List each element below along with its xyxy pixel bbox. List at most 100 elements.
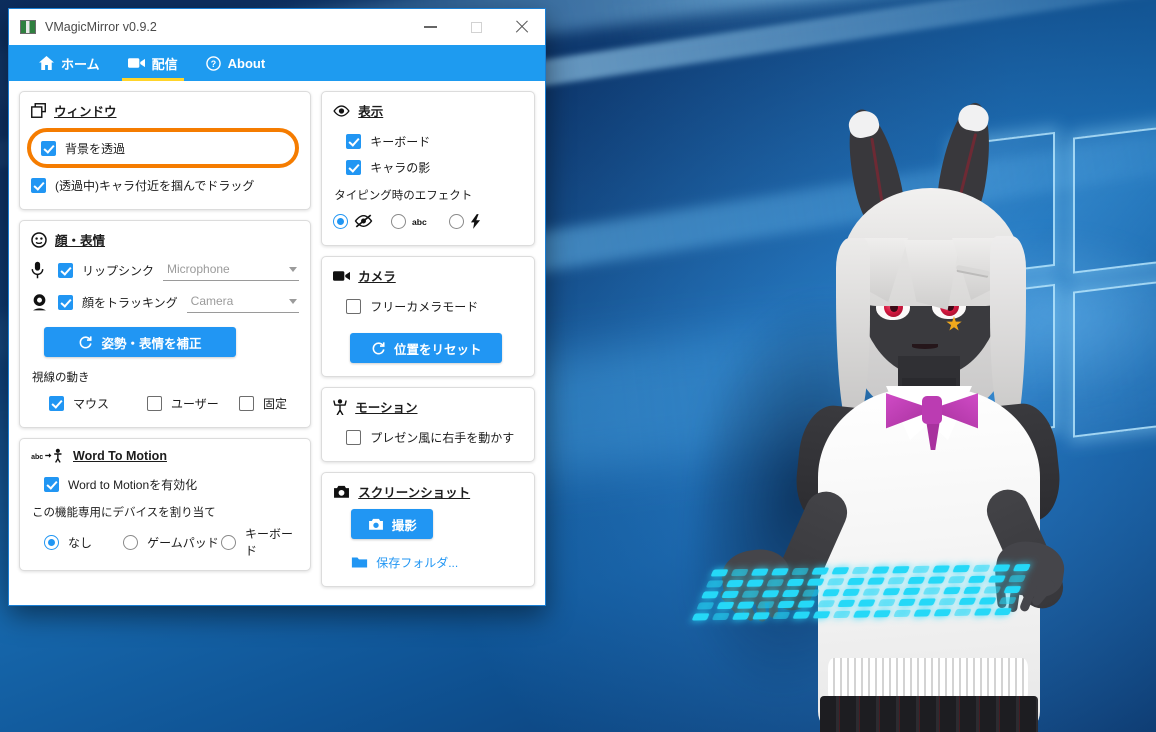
avatar-skirt bbox=[820, 696, 1038, 732]
close-button[interactable] bbox=[499, 10, 545, 44]
word-to-motion-header: abc Word To Motion bbox=[31, 448, 299, 463]
screenshot-section-header: スクリーンショット bbox=[333, 482, 523, 501]
radio-icon[interactable] bbox=[333, 213, 349, 229]
windows-stack-icon bbox=[31, 103, 46, 118]
motion-settings-card: モーション プレゼン風に右手を動かす bbox=[321, 387, 535, 462]
navigation-tabs: ホーム 配信 ? About bbox=[9, 45, 545, 81]
tab-home[interactable]: ホーム bbox=[25, 45, 114, 81]
camera-section-header: カメラ bbox=[333, 266, 523, 285]
right-column: 表示 キーボード キャラの影 タイピング時のエフェクト abc カメラ フリーカ… bbox=[321, 91, 535, 597]
display-settings-card: 表示 キーボード キャラの影 タイピング時のエフェクト abc bbox=[321, 91, 535, 246]
microphone-select[interactable]: Microphone bbox=[163, 259, 300, 281]
display-section-header: 表示 bbox=[333, 101, 523, 120]
device-radio-group: なし ゲームパッド キーボード bbox=[44, 525, 299, 559]
screenshot-section-title: スクリーンショット bbox=[358, 486, 471, 500]
camera-settings-card: カメラ フリーカメラモード 位置をリセット bbox=[321, 256, 535, 377]
reset-camera-position-button[interactable]: 位置をリセット bbox=[350, 333, 503, 363]
checkbox-label: 背景を透過 bbox=[65, 141, 126, 156]
gaze-option-mouse[interactable]: マウス bbox=[49, 390, 147, 416]
open-screenshot-folder-link[interactable]: 保存フォルダ... bbox=[351, 549, 523, 575]
lipsync-row: リップシンク Microphone bbox=[31, 257, 300, 283]
avatar-mouth bbox=[912, 344, 938, 349]
radio-typing-effect-text[interactable]: abc bbox=[391, 208, 449, 234]
capture-button-label: 撮影 bbox=[391, 518, 417, 533]
left-column: ウィンドウ 背景を透過 (透過中)キャラ付近を掴んでドラッグ 顔・表情 リップシ… bbox=[19, 91, 312, 597]
tab-haishin-label: 配信 bbox=[151, 56, 178, 72]
checkbox-free-camera-mode[interactable]: フリーカメラモード bbox=[346, 293, 523, 319]
camera-select[interactable]: Camera bbox=[186, 291, 300, 313]
typing-effect-radio-group: abc bbox=[333, 208, 523, 234]
facetracking-row: 顔をトラッキング Camera bbox=[31, 289, 300, 315]
radio-device-gamepad[interactable]: ゲームパッド bbox=[123, 529, 221, 555]
radio-device-keyboard[interactable]: キーボード bbox=[220, 525, 299, 559]
abc-to-person-icon: abc bbox=[31, 448, 65, 463]
chevron-down-icon bbox=[289, 298, 298, 304]
video-camera-icon bbox=[333, 270, 351, 282]
checkbox-icon[interactable] bbox=[346, 133, 362, 149]
minimize-icon bbox=[423, 26, 437, 28]
lightning-bolt-icon bbox=[470, 213, 481, 229]
capture-screenshot-button[interactable]: 撮影 bbox=[351, 509, 434, 539]
radio-typing-effect-lightning[interactable] bbox=[449, 208, 481, 234]
radio-icon[interactable] bbox=[449, 213, 465, 229]
facetracking-label: 顔をトラッキング bbox=[82, 295, 178, 310]
eye-slash-icon bbox=[354, 214, 373, 228]
radio-label: ゲームパッド bbox=[147, 535, 219, 550]
radio-device-none[interactable]: なし bbox=[44, 529, 123, 555]
transparent-background-highlight: 背景を透過 bbox=[27, 128, 300, 168]
gaze-option-fixed[interactable]: 固定 bbox=[239, 390, 287, 416]
display-section-title: 表示 bbox=[358, 105, 384, 119]
checkbox-facetracking[interactable] bbox=[58, 294, 73, 310]
radio-icon[interactable] bbox=[123, 534, 139, 550]
checkbox-icon[interactable] bbox=[346, 298, 362, 314]
checkbox-icon[interactable] bbox=[346, 159, 362, 175]
checkbox-icon[interactable] bbox=[346, 429, 362, 445]
checkbox-icon[interactable] bbox=[41, 140, 56, 156]
checkbox-label: (透過中)キャラ付近を掴んでドラッグ bbox=[55, 178, 255, 193]
radio-typing-effect-none[interactable] bbox=[333, 208, 391, 234]
checkbox-icon[interactable] bbox=[44, 476, 59, 492]
checkbox-label: フリーカメラモード bbox=[370, 299, 479, 314]
tab-home-label: ホーム bbox=[61, 56, 100, 72]
camera-section-title: カメラ bbox=[358, 270, 396, 284]
tab-about[interactable]: ? About bbox=[192, 45, 280, 81]
device-assign-label: この機能専用にデバイスを割り当て bbox=[32, 507, 216, 519]
gaze-option-user[interactable]: ユーザー bbox=[147, 390, 239, 416]
checkbox-presentation-right-hand[interactable]: プレゼン風に右手を動かす bbox=[346, 424, 523, 450]
checkbox-transparent-background[interactable]: 背景を透過 bbox=[41, 135, 285, 161]
radio-icon[interactable] bbox=[44, 534, 59, 550]
checkbox-show-shadow[interactable]: キャラの影 bbox=[346, 154, 523, 180]
checkbox-lipsync[interactable] bbox=[58, 262, 73, 278]
radio-icon[interactable] bbox=[220, 534, 236, 550]
gaze-options: マウス ユーザー 固定 bbox=[31, 390, 299, 416]
person-raising-arms-icon bbox=[333, 398, 347, 415]
radio-icon[interactable] bbox=[391, 213, 407, 229]
screenshot-folder-label: 保存フォルダ... bbox=[376, 555, 459, 570]
checkbox-icon[interactable] bbox=[31, 177, 46, 193]
camera-icon bbox=[333, 485, 350, 499]
word-to-motion-card: abc Word To Motion Word to Motionを有効化 この… bbox=[19, 438, 312, 571]
checkbox-drag-near-character[interactable]: (透過中)キャラ付近を掴んでドラッグ bbox=[31, 172, 299, 198]
screenshot-settings-card: スクリーンショット 撮影 保存フォルダ... bbox=[321, 472, 535, 587]
checkbox-icon[interactable] bbox=[49, 395, 64, 411]
home-icon bbox=[39, 56, 54, 70]
maximize-button[interactable] bbox=[453, 10, 499, 44]
question-circle-icon: ? bbox=[205, 55, 221, 71]
window-section-title: ウィンドウ bbox=[54, 105, 117, 119]
checkbox-icon[interactable] bbox=[239, 395, 254, 411]
camera-icon bbox=[368, 518, 384, 531]
minimize-button[interactable] bbox=[407, 10, 453, 44]
app-logo-icon bbox=[20, 20, 36, 34]
camera-select-value: Camera bbox=[190, 294, 234, 308]
motion-section-header: モーション bbox=[333, 397, 523, 416]
svg-text:?: ? bbox=[210, 58, 215, 68]
checkbox-icon[interactable] bbox=[147, 395, 162, 411]
tab-haishin[interactable]: 配信 bbox=[114, 45, 192, 81]
settings-content: ウィンドウ 背景を透過 (透過中)キャラ付近を掴んでドラッグ 顔・表情 リップシ… bbox=[9, 81, 545, 597]
face-section-title: 顔・表情 bbox=[55, 234, 106, 248]
checkbox-show-keyboard[interactable]: キーボード bbox=[346, 128, 523, 154]
calibrate-button[interactable]: 姿勢・表情を補正 bbox=[44, 327, 236, 357]
face-settings-card: 顔・表情 リップシンク Microphone 顔をトラッキング Camera 姿… bbox=[19, 220, 312, 428]
gaze-option-label: マウス bbox=[73, 396, 110, 411]
checkbox-enable-word-to-motion[interactable]: Word to Motionを有効化 bbox=[44, 471, 299, 497]
